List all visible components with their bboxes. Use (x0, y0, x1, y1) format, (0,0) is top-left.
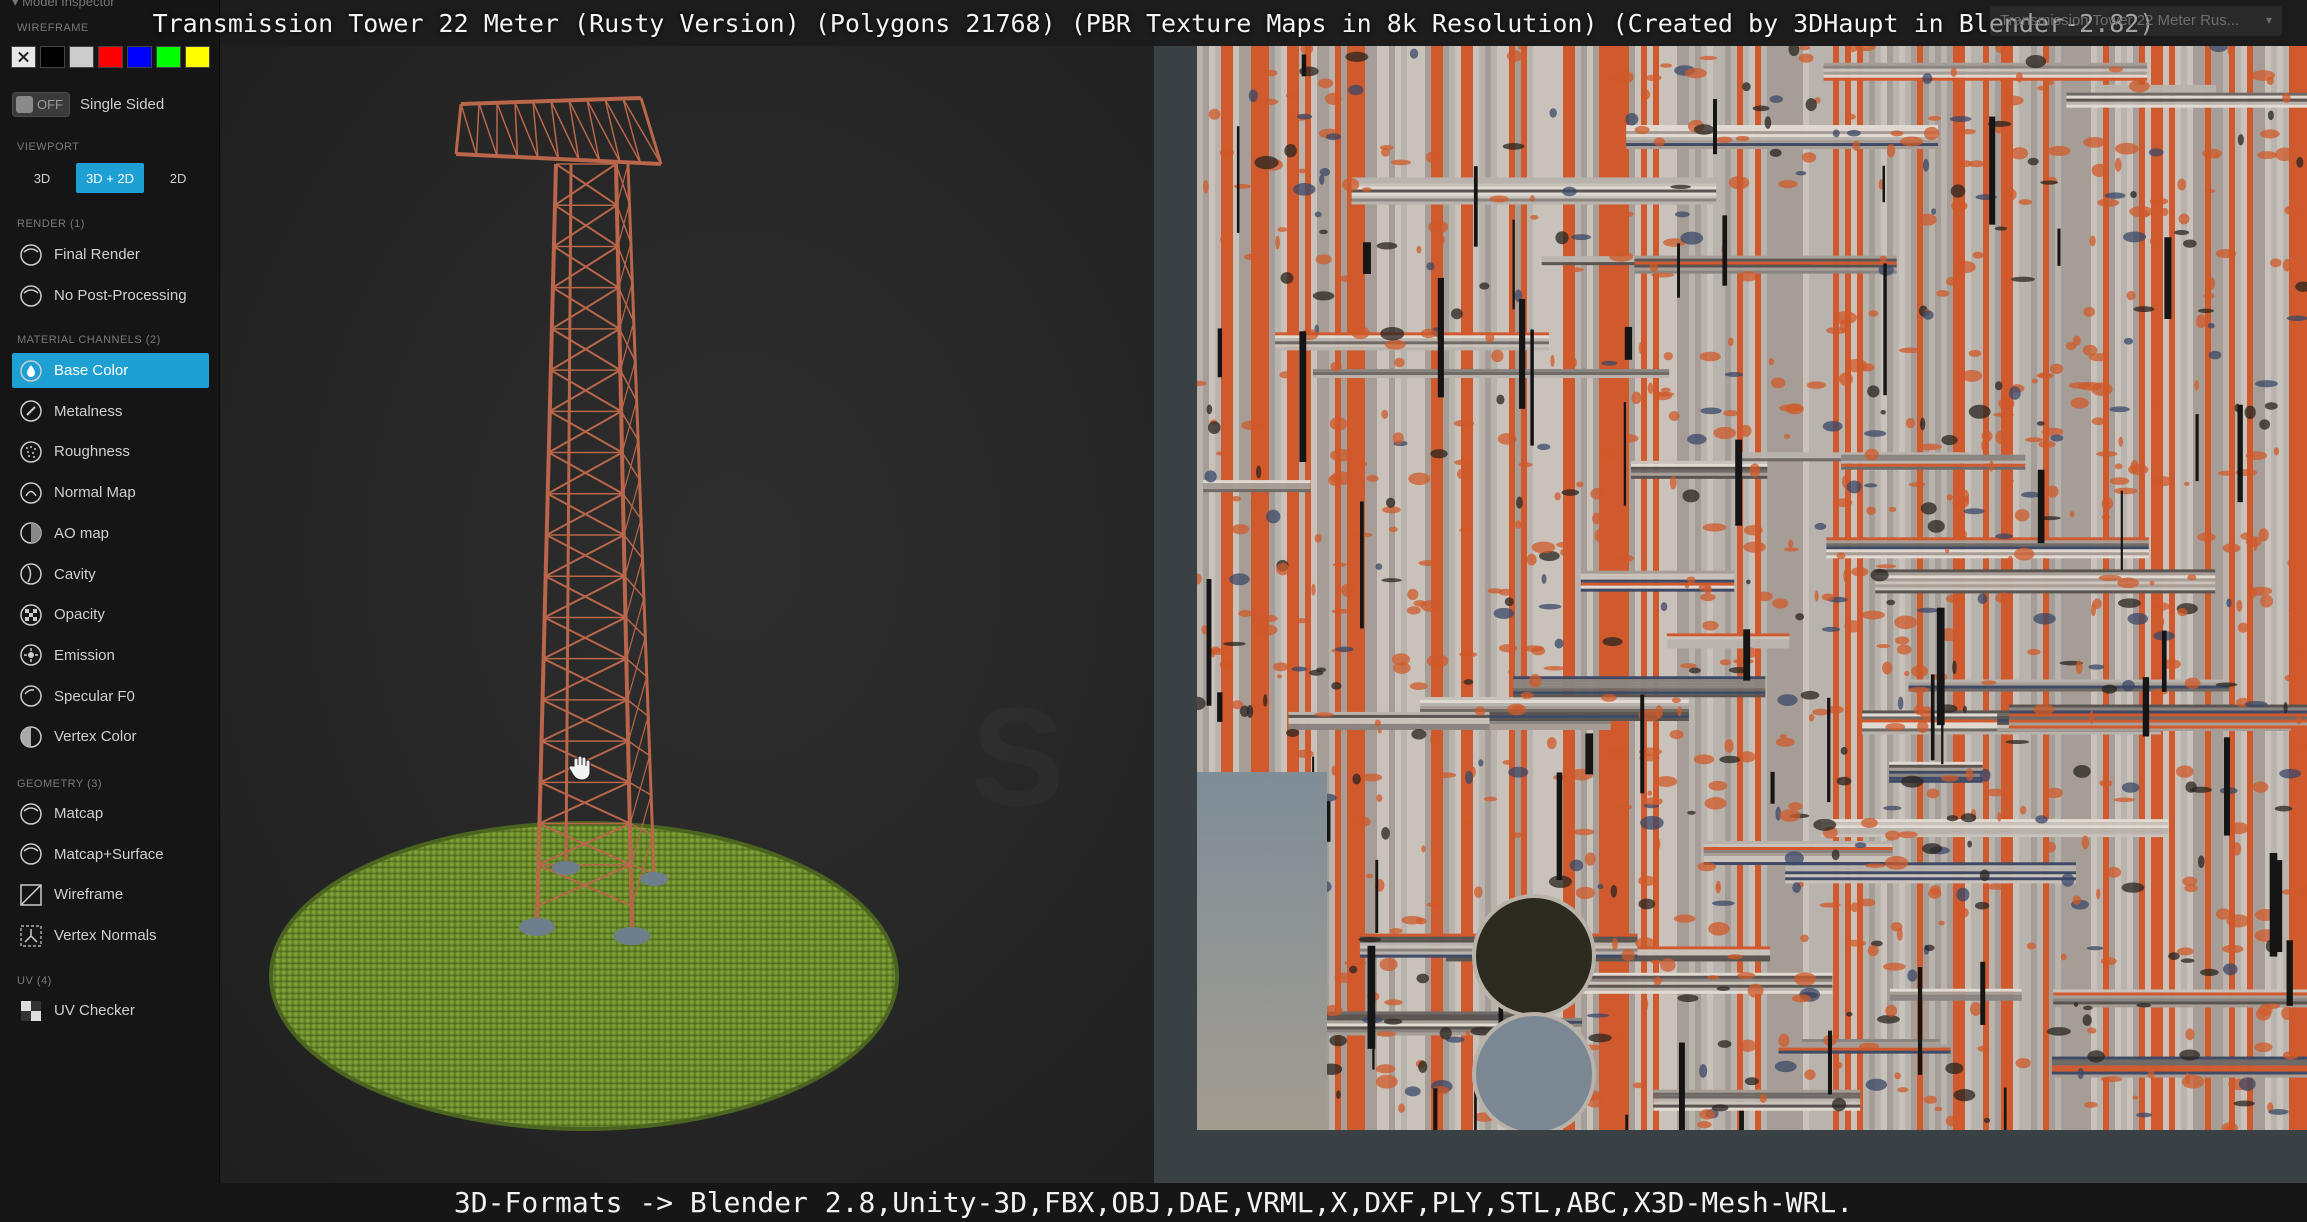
channel-item-metalness[interactable]: Metalness (12, 394, 209, 429)
channel-item-base-color[interactable]: Base Color (12, 353, 209, 388)
geometry-section-title: GEOMETRY (3) (17, 778, 103, 790)
vertex-color-sphere-icon (18, 724, 44, 750)
panel-header-label: Model Inspector (22, 0, 115, 9)
model-select-value: Transmission Tower 22 Meter Rus... (2000, 12, 2240, 29)
menu-item-label: Roughness (54, 443, 130, 461)
tower-scene (269, 96, 899, 1131)
menu-item-label: Cavity (54, 565, 96, 583)
single-sided-label: Single Sided (80, 96, 165, 113)
material-channels-section-title: MATERIAL CHANNELS (2) (17, 334, 161, 346)
channel-item-ao-map[interactable]: AO map (12, 516, 209, 551)
wireframe-color-swatch[interactable] (127, 46, 152, 68)
ao-sphere-icon (18, 520, 44, 546)
wireframe-section-title: WIREFRAME (17, 22, 89, 34)
channel-item-normal-map[interactable]: Normal Map (12, 475, 209, 510)
wireframe-color-swatch[interactable] (98, 46, 123, 68)
panel-header[interactable]: ▾ Model Inspector (12, 0, 115, 10)
checker-sphere-icon (18, 602, 44, 628)
3d-viewport[interactable]: S (221, 46, 1154, 1183)
sphere-icon (18, 283, 44, 309)
geometry-item-vertex-normals[interactable]: Vertex Normals (12, 918, 209, 953)
transmission-tower (454, 96, 663, 931)
model-title: Transmission Tower 22 Meter (Rusty Versi… (152, 8, 2155, 38)
rough-sphere-icon (18, 439, 44, 465)
base-color-texture-map (1197, 46, 2307, 1130)
menu-item-label: Wireframe (54, 886, 124, 904)
wireframe-color-swatch[interactable] (156, 46, 181, 68)
render-section-title: RENDER (1) (17, 218, 85, 230)
model-select-dropdown[interactable]: Transmission Tower 22 Meter Rus... ▾ (1990, 6, 2282, 36)
toggle-knob (16, 96, 33, 113)
render-item-no-post-processing[interactable]: No Post-Processing (12, 278, 209, 313)
render-item-final-render[interactable]: Final Render (12, 237, 209, 272)
menu-item-label: Vertex Color (54, 728, 137, 746)
specular-sphere-icon (18, 683, 44, 709)
wireframe-icon (18, 882, 44, 908)
grass-ground (269, 821, 899, 1131)
viewport-mode-group: 3D 3D + 2D 2D (12, 163, 208, 193)
normals-icon (18, 923, 44, 949)
channel-item-emission[interactable]: Emission (12, 638, 209, 673)
menu-item-label: Matcap (54, 805, 104, 822)
channel-item-vertex-color[interactable]: Vertex Color (12, 719, 209, 754)
menu-item-label: Emission (54, 646, 115, 664)
formats-footer: 3D-Formats -> Blender 2.8,Unity-3D,FBX,O… (0, 1183, 2307, 1222)
title-overlay: Transmission Tower 22 Meter (Rusty Versi… (0, 0, 2307, 46)
uv-item-uv-checker[interactable]: UV Checker (12, 993, 209, 1028)
inspector-sidebar: ▾ Model Inspector WIREFRAME OFF Single S… (0, 0, 220, 1222)
normal-sphere-icon (18, 480, 44, 506)
channel-item-specular-f0[interactable]: Specular F0 (12, 679, 209, 714)
viewport-2d-button[interactable]: 2D (148, 163, 208, 193)
wireframe-color-swatches (11, 46, 210, 68)
toggle-state-label: OFF (37, 97, 63, 112)
channel-item-roughness[interactable]: Roughness (12, 434, 209, 469)
sphere-icon (18, 841, 44, 867)
geometry-item-matcap-surface[interactable]: Matcap+Surface (12, 837, 209, 872)
chevron-down-icon: ▾ (2265, 13, 2272, 27)
uv-texture-panel[interactable] (1154, 46, 2307, 1183)
viewport-3d-2d-button[interactable]: 3D + 2D (76, 163, 145, 193)
metal-sphere-icon (18, 398, 44, 424)
channel-item-opacity[interactable]: Opacity (12, 597, 209, 632)
checker-icon (18, 998, 44, 1024)
menu-item-label: Opacity (54, 606, 105, 624)
uv-section-title: UV (4) (17, 975, 52, 987)
menu-item-label: Base Color (54, 362, 129, 379)
sphere-icon (18, 242, 44, 268)
geometry-item-matcap[interactable]: Matcap (12, 796, 209, 831)
menu-item-label: Final Render (54, 246, 140, 263)
cavity-sphere-icon (18, 561, 44, 587)
menu-item-label: Metalness (54, 402, 123, 420)
wireframe-color-swatch[interactable] (69, 46, 94, 68)
single-sided-row: OFF Single Sided (12, 92, 164, 117)
viewport-3d-button[interactable]: 3D (12, 163, 72, 193)
menu-item-label: UV Checker (54, 1002, 135, 1019)
wireframe-none-swatch[interactable] (11, 46, 36, 68)
wireframe-color-swatch[interactable] (40, 46, 65, 68)
texture-atlas (1197, 46, 2307, 1130)
menu-item-label: Vertex Normals (54, 927, 157, 945)
formats-footer-text: 3D-Formats -> Blender 2.8,Unity-3D,FBX,O… (453, 1186, 1854, 1219)
wireframe-color-swatch[interactable] (185, 46, 210, 68)
menu-item-label: Normal Map (54, 484, 136, 502)
geometry-item-wireframe[interactable]: Wireframe (12, 877, 209, 912)
sphere-icon (18, 801, 44, 827)
droplet-sphere-icon (18, 358, 44, 384)
viewport-section-title: VIEWPORT (17, 141, 80, 153)
menu-item-label: Specular F0 (54, 687, 135, 705)
channel-item-cavity[interactable]: Cavity (12, 557, 209, 592)
menu-item-label: Matcap+Surface (54, 845, 164, 863)
menu-item-label: No Post-Processing (54, 287, 187, 304)
emission-sphere-icon (18, 642, 44, 668)
single-sided-toggle[interactable]: OFF (12, 92, 70, 117)
menu-item-label: AO map (54, 524, 110, 542)
